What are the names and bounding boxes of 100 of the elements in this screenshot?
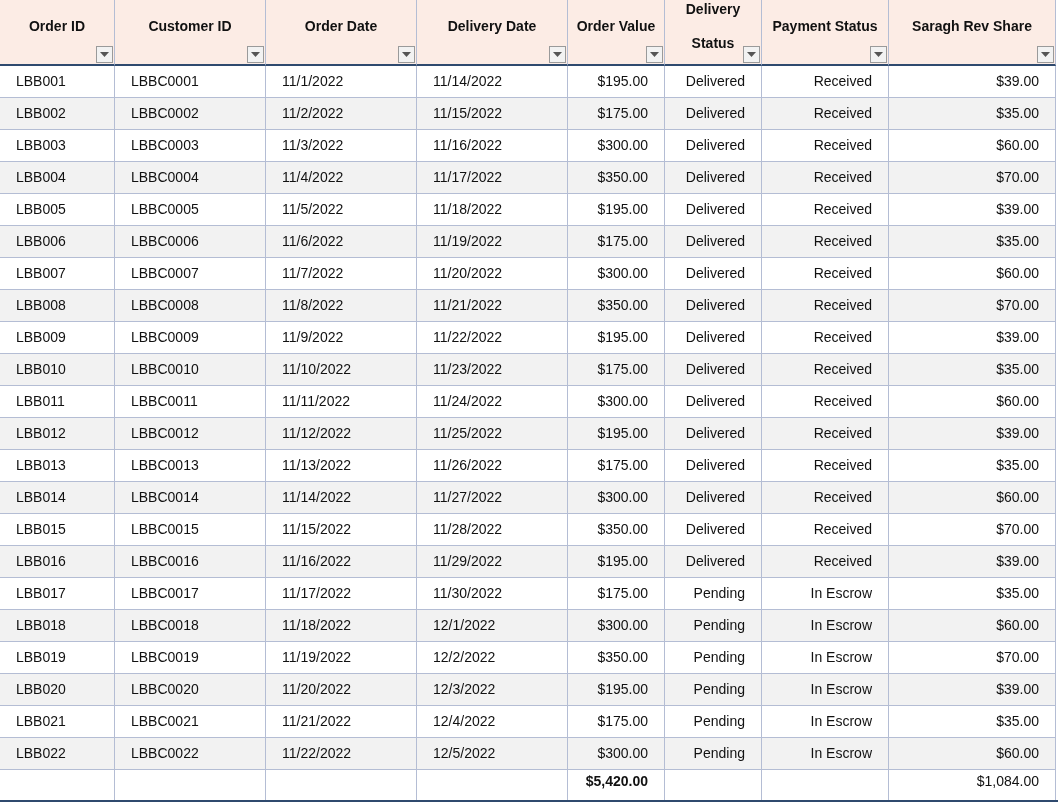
table-cell: $300.00 bbox=[568, 482, 665, 514]
table-cell: LBB013 bbox=[0, 450, 115, 482]
filter-dropdown-button[interactable] bbox=[1037, 46, 1054, 63]
table-cell: LBB015 bbox=[0, 514, 115, 546]
table-cell: $35.00 bbox=[889, 226, 1056, 258]
table-cell: 11/13/2022 bbox=[266, 450, 417, 482]
table-cell: 11/7/2022 bbox=[266, 258, 417, 290]
table-cell: $35.00 bbox=[889, 98, 1056, 130]
table-cell: 11/15/2022 bbox=[417, 98, 568, 130]
table-cell: 11/19/2022 bbox=[417, 226, 568, 258]
caret-icon bbox=[402, 52, 411, 57]
table-cell: Delivered bbox=[665, 226, 762, 258]
column-header: Saragh Rev Share bbox=[912, 17, 1032, 36]
filter-dropdown-button[interactable] bbox=[870, 46, 887, 63]
table-cell: $60.00 bbox=[889, 386, 1056, 418]
table-cell: $39.00 bbox=[889, 418, 1056, 450]
column-header: Order ID bbox=[29, 17, 85, 36]
table-cell: $39.00 bbox=[889, 66, 1056, 98]
table-cell: LBB014 bbox=[0, 482, 115, 514]
table-cell: 11/12/2022 bbox=[266, 418, 417, 450]
table-cell: Received bbox=[762, 290, 889, 322]
table-cell: LBB012 bbox=[0, 418, 115, 450]
table-cell: LBB006 bbox=[0, 226, 115, 258]
filter-dropdown-button[interactable] bbox=[743, 46, 760, 63]
table-cell: LBBC0022 bbox=[115, 738, 266, 770]
table-cell: 11/20/2022 bbox=[417, 258, 568, 290]
table-cell: $350.00 bbox=[568, 514, 665, 546]
table-cell: 11/15/2022 bbox=[266, 514, 417, 546]
table-cell: 11/18/2022 bbox=[417, 194, 568, 226]
table-cell: LBBC0011 bbox=[115, 386, 266, 418]
table-cell: 11/21/2022 bbox=[417, 290, 568, 322]
table-cell: $70.00 bbox=[889, 514, 1056, 546]
filter-dropdown-button[interactable] bbox=[549, 46, 566, 63]
table-cell: Received bbox=[762, 322, 889, 354]
table-cell: 11/27/2022 bbox=[417, 482, 568, 514]
table-cell: $195.00 bbox=[568, 674, 665, 706]
filter-dropdown-button[interactable] bbox=[646, 46, 663, 63]
table-cell: 11/14/2022 bbox=[417, 66, 568, 98]
table-cell: Pending bbox=[665, 706, 762, 738]
table-cell: $300.00 bbox=[568, 610, 665, 642]
table-cell: 11/8/2022 bbox=[266, 290, 417, 322]
table-cell: $300.00 bbox=[568, 130, 665, 162]
table-cell: LBB010 bbox=[0, 354, 115, 386]
table-cell: 12/3/2022 bbox=[417, 674, 568, 706]
table-cell: 11/16/2022 bbox=[417, 130, 568, 162]
table-cell: Delivered bbox=[665, 66, 762, 98]
table-cell: Received bbox=[762, 258, 889, 290]
table-cell: $195.00 bbox=[568, 546, 665, 578]
filter-dropdown-button[interactable] bbox=[96, 46, 113, 63]
table-cell: 11/10/2022 bbox=[266, 354, 417, 386]
table-cell: LBBC0008 bbox=[115, 290, 266, 322]
table-cell: 11/14/2022 bbox=[266, 482, 417, 514]
table-cell: Delivered bbox=[665, 162, 762, 194]
table-cell: $39.00 bbox=[889, 322, 1056, 354]
filter-dropdown-button[interactable] bbox=[247, 46, 264, 63]
table-cell: $175.00 bbox=[568, 354, 665, 386]
table-cell: 11/22/2022 bbox=[266, 738, 417, 770]
table-cell: $195.00 bbox=[568, 322, 665, 354]
table-cell: $350.00 bbox=[568, 642, 665, 674]
table-cell: LBBC0002 bbox=[115, 98, 266, 130]
table-cell: $70.00 bbox=[889, 642, 1056, 674]
table-cell: LBBC0012 bbox=[115, 418, 266, 450]
table-cell: $195.00 bbox=[568, 66, 665, 98]
column-header: Delivery Status bbox=[684, 0, 742, 53]
table-cell: 11/29/2022 bbox=[417, 546, 568, 578]
table-cell: Delivered bbox=[665, 546, 762, 578]
table-cell: $195.00 bbox=[568, 194, 665, 226]
table-cell: $60.00 bbox=[889, 130, 1056, 162]
column-header: Payment Status bbox=[772, 17, 878, 36]
table-cell: LBBC0004 bbox=[115, 162, 266, 194]
table-cell: 11/17/2022 bbox=[266, 578, 417, 610]
table-cell: LBBC0016 bbox=[115, 546, 266, 578]
table-cell: Delivered bbox=[665, 290, 762, 322]
table-cell: 11/21/2022 bbox=[266, 706, 417, 738]
table-cell: 11/11/2022 bbox=[266, 386, 417, 418]
table-cell: Delivered bbox=[665, 258, 762, 290]
filter-dropdown-button[interactable] bbox=[398, 46, 415, 63]
table-cell: LBB016 bbox=[0, 546, 115, 578]
table-cell: 11/30/2022 bbox=[417, 578, 568, 610]
table-cell: LBBC0009 bbox=[115, 322, 266, 354]
table-cell: 11/28/2022 bbox=[417, 514, 568, 546]
table-cell: $175.00 bbox=[568, 226, 665, 258]
table-cell: 11/2/2022 bbox=[266, 98, 417, 130]
table-cell: $35.00 bbox=[889, 354, 1056, 386]
table-cell: LBB021 bbox=[0, 706, 115, 738]
table-cell: 12/5/2022 bbox=[417, 738, 568, 770]
table-cell: Delivered bbox=[665, 450, 762, 482]
table-cell: LBBC0021 bbox=[115, 706, 266, 738]
table-cell: Pending bbox=[665, 610, 762, 642]
table-cell: $70.00 bbox=[889, 290, 1056, 322]
caret-icon bbox=[553, 52, 562, 57]
table-cell: Received bbox=[762, 546, 889, 578]
table-cell: 11/18/2022 bbox=[266, 610, 417, 642]
column-header: Order Value bbox=[576, 17, 656, 36]
table-cell: 11/24/2022 bbox=[417, 386, 568, 418]
table-cell: $70.00 bbox=[889, 162, 1056, 194]
table-cell: 12/2/2022 bbox=[417, 642, 568, 674]
table-cell: $175.00 bbox=[568, 578, 665, 610]
table-cell: 11/16/2022 bbox=[266, 546, 417, 578]
table-cell: $350.00 bbox=[568, 290, 665, 322]
